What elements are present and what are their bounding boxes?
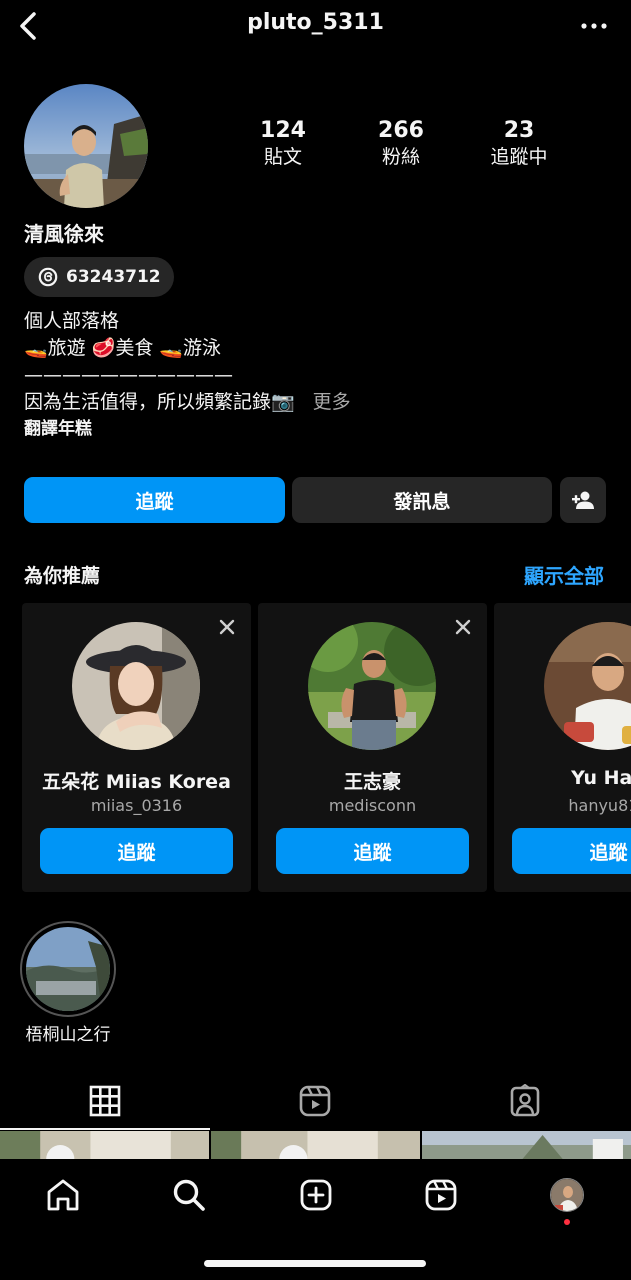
post-thumbnail[interactable] — [211, 1131, 420, 1159]
dismiss-icon[interactable] — [453, 617, 473, 637]
stat-posts[interactable]: 124 貼文 — [224, 118, 342, 178]
search-icon — [173, 1179, 205, 1211]
suggestions-carousel[interactable]: 五朵花 Miias Korea miias_0316 追蹤 王志豪 medisc… — [22, 603, 631, 893]
grid-icon — [89, 1085, 121, 1117]
tagged-icon — [510, 1084, 540, 1117]
bio-more-link[interactable]: 更多 — [313, 391, 351, 413]
suggestion-handle: miias_0316 — [90, 796, 183, 815]
stat-following[interactable]: 23 追蹤中 — [460, 118, 578, 178]
reels-icon — [299, 1085, 331, 1117]
translate-link[interactable]: 翻譯年糕 — [24, 416, 604, 442]
suggestion-handle: medisconn — [328, 796, 417, 815]
stat-following-label: 追蹤中 — [490, 146, 548, 168]
post-thumbnail[interactable] — [422, 1131, 631, 1159]
suggestion-card[interactable]: 五朵花 Miias Korea miias_0316 追蹤 — [22, 603, 251, 892]
add-user-icon — [572, 491, 594, 509]
highlight-label: 梧桐山之行 — [25, 1025, 111, 1045]
nav-search[interactable] — [169, 1175, 209, 1215]
suggestion-avatar[interactable] — [544, 622, 631, 750]
threads-icon — [38, 267, 58, 287]
bottom-navigation — [0, 1159, 631, 1280]
bio-line: 因為生活值得，所以頻繁記錄📷 更多 — [24, 389, 604, 416]
stat-followers-count: 266 — [378, 118, 424, 143]
nav-home[interactable] — [43, 1175, 83, 1215]
suggestion-name: Yu Han — [571, 767, 631, 789]
profile-avatar[interactable] — [24, 84, 148, 208]
create-post-icon — [300, 1179, 332, 1211]
suggestion-handle: hanyu812 — [568, 796, 631, 815]
follow-button[interactable]: 追蹤 — [24, 477, 285, 523]
suggestion-follow-button[interactable]: 追蹤 — [276, 828, 469, 874]
stat-followers[interactable]: 266 粉絲 — [342, 118, 460, 178]
nav-create[interactable] — [296, 1175, 336, 1215]
nav-profile-avatar[interactable] — [550, 1178, 584, 1212]
post-thumbnail[interactable] — [0, 1131, 209, 1159]
tab-reels[interactable] — [210, 1072, 420, 1130]
suggest-users-button[interactable] — [560, 477, 606, 523]
highlight-cover — [26, 927, 110, 1011]
suggestion-avatar[interactable] — [308, 622, 436, 750]
profile-tabs — [0, 1072, 631, 1130]
home-icon — [47, 1179, 79, 1211]
suggestion-name: 王志豪 — [343, 771, 401, 793]
stat-followers-label: 粉絲 — [381, 146, 420, 168]
home-indicator — [204, 1260, 426, 1267]
suggestions-title: 為你推薦 — [24, 565, 101, 587]
suggestion-card[interactable]: 王志豪 medisconn 追蹤 — [258, 603, 487, 892]
nav-reels[interactable] — [421, 1175, 461, 1215]
threads-handle: 63243712 — [66, 267, 161, 287]
bio-divider: ——————————— — [24, 364, 233, 386]
tab-posts-grid[interactable] — [0, 1072, 210, 1130]
tab-tagged[interactable] — [420, 1072, 630, 1130]
suggestion-follow-button[interactable]: 追蹤 — [40, 828, 233, 874]
profile-username: pluto_5311 — [247, 10, 384, 35]
show-all-link[interactable]: 顯示全部 — [524, 560, 604, 589]
threads-badge[interactable]: 63243712 — [24, 257, 174, 297]
message-button[interactable]: 發訊息 — [292, 477, 552, 523]
profile-bio: 個人部落格 🚤旅遊 🥩美食 🚤游泳 ——————————— 因為生活值得，所以頻… — [24, 308, 604, 442]
dismiss-icon[interactable] — [217, 617, 237, 637]
top-bar: pluto_5311 — [0, 0, 631, 52]
stat-posts-count: 124 — [260, 118, 306, 143]
suggestion-card[interactable]: Yu Han hanyu812 追蹤 — [494, 603, 631, 892]
story-highlight[interactable] — [20, 921, 116, 1017]
more-options-icon[interactable] — [579, 14, 609, 38]
stat-following-count: 23 — [503, 118, 535, 143]
reels-icon — [425, 1179, 457, 1211]
suggestion-name: 五朵花 Miias Korea — [42, 771, 231, 793]
bio-text: 因為生活值得，所以頻繁記錄📷 — [24, 391, 295, 413]
profile-stats: 124 貼文 266 粉絲 23 追蹤中 — [224, 118, 580, 178]
bio-line: 個人部落格 — [24, 310, 120, 332]
suggestion-avatar[interactable] — [72, 622, 200, 750]
stat-posts-label: 貼文 — [263, 146, 302, 168]
suggestion-follow-button[interactable]: 追蹤 — [512, 828, 631, 874]
bio-line: 🚤旅遊 🥩美食 🚤游泳 — [24, 337, 222, 359]
display-name: 清風徐來 — [24, 222, 104, 246]
notification-dot — [564, 1219, 570, 1225]
posts-grid — [0, 1131, 631, 1159]
